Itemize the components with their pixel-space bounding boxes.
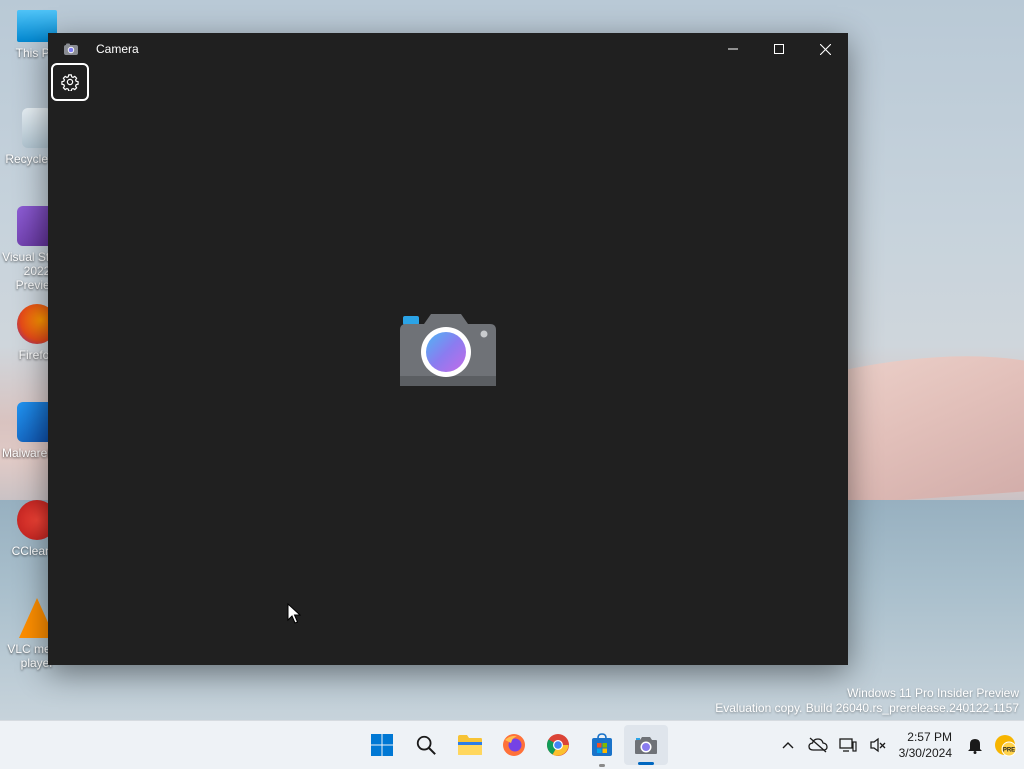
clock-time: 2:57 PM — [907, 730, 952, 744]
clock[interactable]: 2:57 PM 3/30/2024 — [899, 729, 952, 761]
volume-muted-icon — [869, 737, 886, 753]
network-button[interactable] — [833, 721, 863, 769]
close-icon — [819, 43, 831, 55]
maximize-icon — [774, 44, 784, 54]
search-icon — [416, 735, 436, 755]
volume-button[interactable] — [863, 721, 893, 769]
insider-preview-button[interactable]: PRE — [990, 721, 1020, 769]
bell-icon — [968, 739, 982, 754]
active-app-indicator — [638, 762, 654, 765]
svg-text:PRE: PRE — [1003, 748, 1015, 754]
insider-pre-icon: PRE — [995, 735, 1017, 757]
cloud-off-icon — [807, 737, 828, 753]
gear-icon — [61, 74, 79, 91]
onedrive-button[interactable] — [803, 721, 833, 769]
settings-button[interactable] — [51, 63, 89, 101]
windows-watermark: Windows 11 Pro Insider Preview Evaluatio… — [715, 686, 1019, 716]
taskbar-file-explorer[interactable] — [448, 721, 492, 769]
taskbar-chrome[interactable] — [536, 721, 580, 769]
taskbar: 2:57 PM 3/30/2024 PRE — [0, 720, 1024, 769]
close-button[interactable] — [802, 33, 848, 65]
maximize-button[interactable] — [756, 33, 802, 65]
camera-icon — [635, 737, 657, 754]
store-icon — [592, 733, 612, 756]
camera-icon — [400, 314, 496, 386]
window-title: Camera — [96, 42, 139, 56]
mouse-cursor-icon — [287, 603, 301, 624]
chevron-up-icon — [782, 742, 794, 749]
minimize-icon — [728, 48, 738, 50]
system-tray: 2:57 PM 3/30/2024 PRE — [773, 721, 1024, 769]
clock-date: 3/30/2024 — [898, 746, 952, 760]
taskbar-firefox[interactable] — [492, 721, 536, 769]
folder-icon — [458, 735, 482, 755]
window-titlebar[interactable]: Camera — [48, 33, 848, 65]
show-hidden-icons-button[interactable] — [773, 721, 803, 769]
running-indicator — [599, 764, 605, 767]
network-icon — [838, 738, 857, 752]
notifications-button[interactable] — [960, 721, 990, 769]
chrome-icon — [547, 734, 569, 756]
taskbar-camera[interactable] — [624, 725, 668, 765]
taskbar-microsoft-store[interactable] — [580, 721, 624, 769]
taskbar-search-button[interactable] — [404, 721, 448, 769]
camera-window: Camera — [48, 33, 848, 665]
minimize-button[interactable] — [710, 33, 756, 65]
camera-app-icon — [64, 43, 78, 55]
firefox-icon — [503, 734, 525, 756]
windows-start-icon — [371, 734, 393, 756]
watermark-line-1: Windows 11 Pro Insider Preview — [847, 686, 1019, 700]
taskbar-start-button[interactable] — [360, 721, 404, 769]
taskbar-apps — [360, 721, 668, 769]
watermark-line-2: Evaluation copy. Build 26040.rs_prerelea… — [715, 701, 1019, 715]
